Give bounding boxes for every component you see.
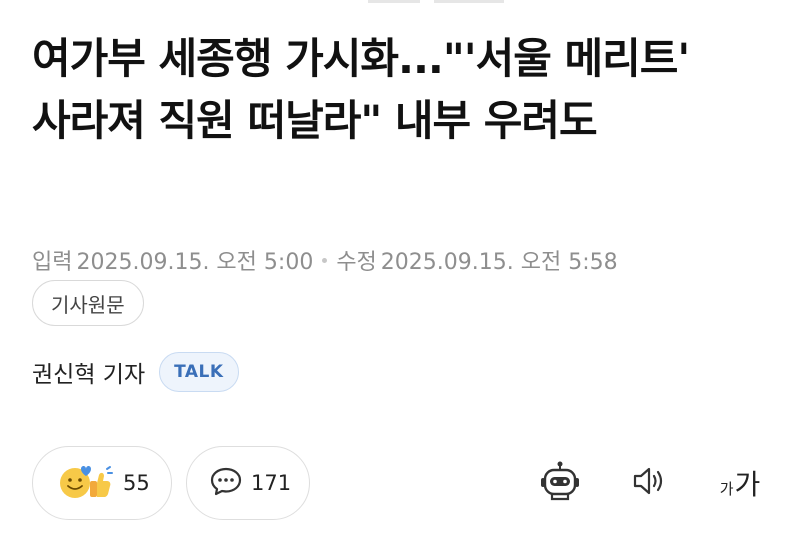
comments-button[interactable]: 171 xyxy=(186,446,310,520)
summary-bot-button[interactable] xyxy=(532,458,588,508)
separator-dot xyxy=(322,257,328,263)
reporter-name[interactable]: 권신혁 기자 xyxy=(32,355,145,389)
font-size-large-glyph: 가 xyxy=(734,468,761,501)
modified-label: 수정 xyxy=(336,250,377,275)
talk-button[interactable]: TALK xyxy=(159,352,239,392)
article-dates: 입력 2025.09.15. 오전 5:00 수정 2025.09.15. 오전… xyxy=(32,244,618,276)
modified-datetime: 2025.09.15. 오전 5:58 xyxy=(380,250,618,275)
article-tools: 가 가 xyxy=(532,458,768,508)
reaction-count: 55 xyxy=(123,471,150,495)
robot-icon xyxy=(538,460,582,506)
article-actions: 55 171 xyxy=(32,446,310,520)
article-headline: 여가부 세종행 가시화..."'서울 메리트' 사라져 직원 떠날라" 내부 우… xyxy=(32,34,690,145)
tab-indicator xyxy=(368,0,420,3)
font-size-icon: 가 가 xyxy=(720,463,761,503)
reaction-button[interactable]: 55 xyxy=(32,446,172,520)
top-tab-strip xyxy=(0,0,800,6)
speech-bubble-icon xyxy=(209,466,243,500)
font-size-small-glyph: 가 xyxy=(719,480,734,498)
original-article-button[interactable]: 기사원문 xyxy=(32,280,144,326)
published-label: 입력 xyxy=(32,250,73,275)
text-to-speech-button[interactable] xyxy=(622,458,678,508)
tab-indicator xyxy=(434,0,504,3)
published-datetime: 2025.09.15. 오전 5:00 xyxy=(76,250,314,275)
comment-count: 171 xyxy=(251,471,292,495)
speaker-icon xyxy=(630,463,670,503)
article-page: 여가부 세종행 가시화..."'서울 메리트' 사라져 직원 떠날라" 내부 우… xyxy=(0,0,800,548)
byline: 권신혁 기자 TALK xyxy=(32,352,239,392)
smile-thumbs-up-icon xyxy=(55,459,115,507)
font-size-button[interactable]: 가 가 xyxy=(712,458,768,508)
